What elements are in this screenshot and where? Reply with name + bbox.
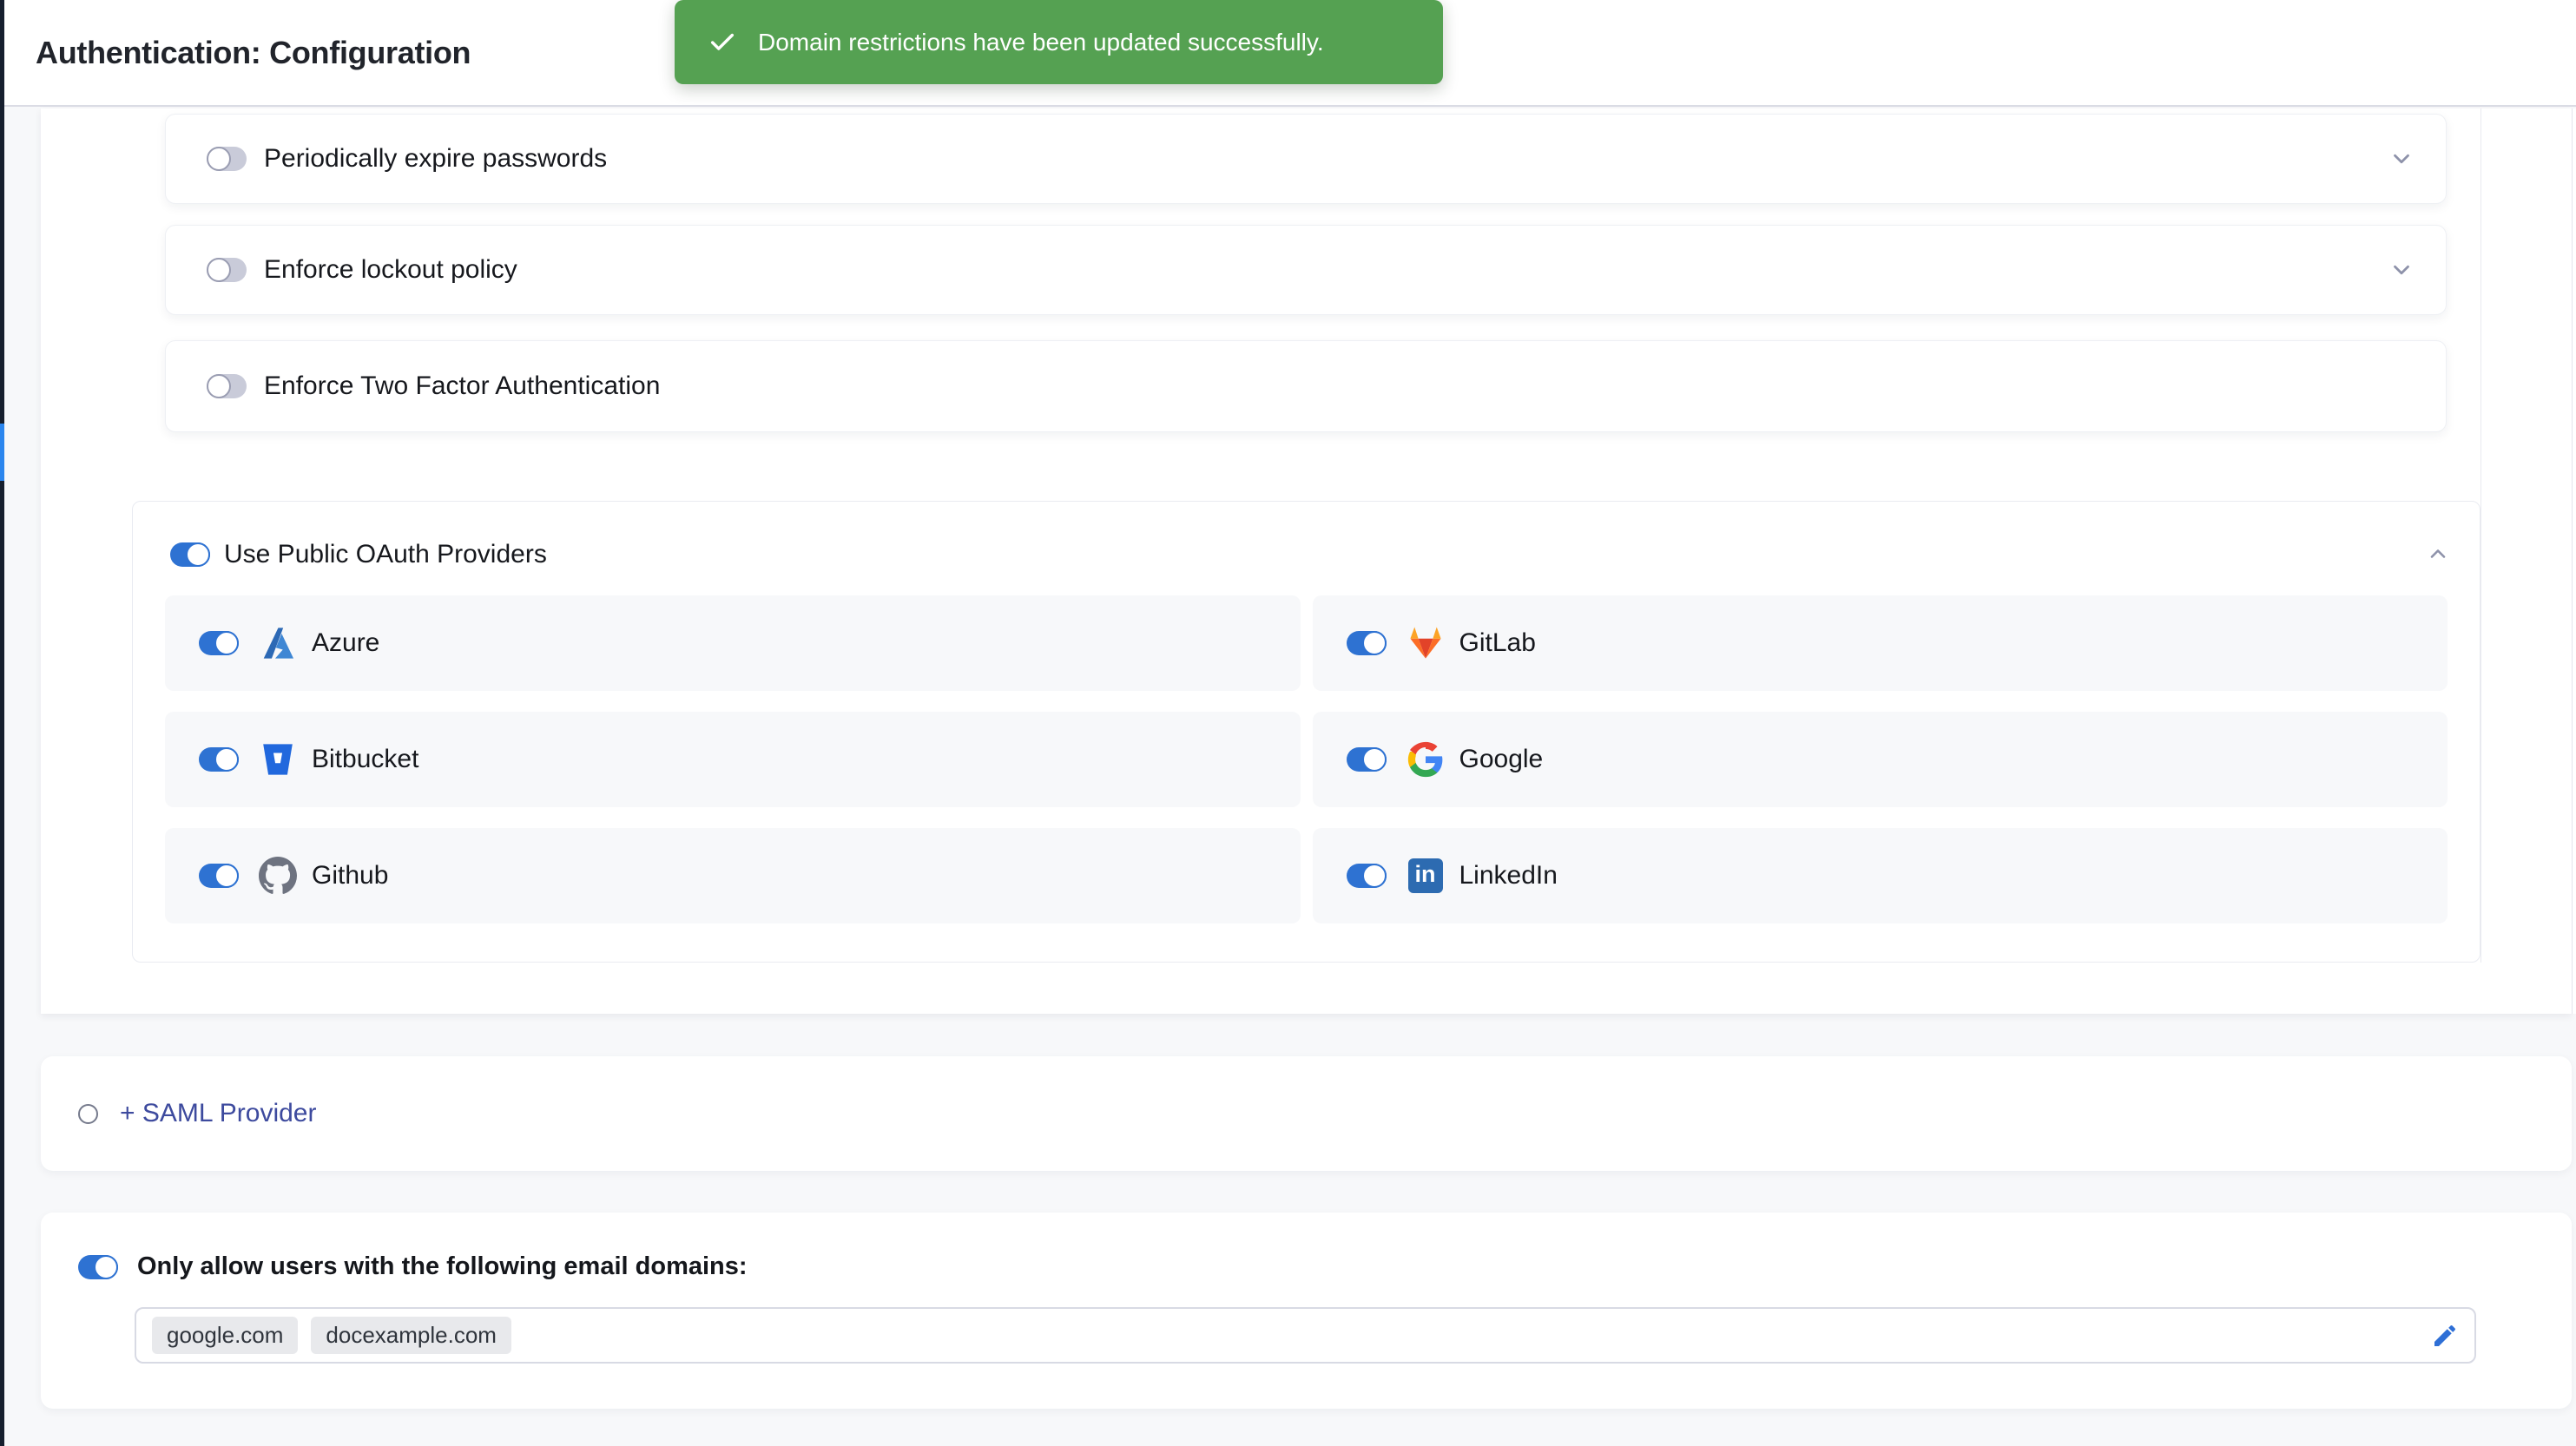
- email-domains-card: Only allow users with the following emai…: [41, 1213, 2572, 1409]
- saml-provider-card: + SAML Provider: [41, 1056, 2572, 1171]
- provider-label: GitLab: [1459, 628, 1536, 658]
- sidebar-active-indicator: [0, 424, 4, 481]
- provider-label: Github: [312, 861, 388, 891]
- domain-chip[interactable]: docexample.com: [311, 1317, 511, 1354]
- google-toggle[interactable]: [1347, 747, 1387, 772]
- toggle-knob: [1362, 631, 1387, 655]
- email-domains-input[interactable]: google.com docexample.com: [135, 1307, 2476, 1364]
- email-domains-header: Only allow users with the following emai…: [78, 1252, 748, 1281]
- toggle-knob: [214, 864, 239, 888]
- linkedin-glyph: in: [1408, 858, 1443, 893]
- domain-chip[interactable]: google.com: [152, 1317, 298, 1354]
- lockout-policy-toggle[interactable]: [207, 258, 247, 282]
- gitlab-toggle[interactable]: [1347, 631, 1387, 655]
- policy-label: Enforce Two Factor Authentication: [264, 371, 660, 401]
- toggle-knob: [1362, 864, 1387, 888]
- chevron-down-icon[interactable]: [2388, 257, 2415, 283]
- toggle-knob: [207, 258, 231, 282]
- provider-label: LinkedIn: [1459, 861, 1558, 891]
- toggle-knob: [214, 747, 239, 772]
- gitlab-icon: [1406, 623, 1446, 663]
- github-toggle[interactable]: [199, 864, 239, 888]
- edit-pencil-icon[interactable]: [2431, 1322, 2459, 1350]
- policy-label: Enforce lockout policy: [264, 255, 517, 285]
- oauth-section-label: Use Public OAuth Providers: [224, 540, 547, 569]
- toggle-knob: [1362, 747, 1387, 772]
- linkedin-toggle[interactable]: [1347, 864, 1387, 888]
- oauth-providers-toggle[interactable]: [170, 542, 210, 567]
- provider-row-github: Github: [165, 828, 1301, 923]
- toggle-knob: [94, 1255, 118, 1279]
- azure-toggle[interactable]: [199, 631, 239, 655]
- page-title: Authentication: Configuration: [36, 35, 471, 71]
- toggle-knob: [186, 542, 210, 567]
- provider-row-google: Google: [1313, 712, 2448, 807]
- panel-divider: [2480, 108, 2481, 963]
- chevron-down-icon[interactable]: [2388, 146, 2415, 172]
- add-saml-provider-link[interactable]: + SAML Provider: [120, 1099, 316, 1128]
- provider-label: Azure: [312, 628, 379, 658]
- toggle-knob: [207, 147, 231, 171]
- oauth-section-header: Use Public OAuth Providers: [170, 540, 547, 569]
- policy-label: Periodically expire passwords: [264, 144, 607, 174]
- azure-icon: [258, 623, 298, 663]
- scrollbar-gutter[interactable]: [2572, 108, 2576, 1014]
- provider-label: Google: [1459, 745, 1544, 774]
- email-domains-toggle[interactable]: [78, 1255, 118, 1279]
- success-toast[interactable]: Domain restrictions have been updated su…: [675, 0, 1443, 84]
- sidebar-edge: [0, 0, 4, 1446]
- authentication-configuration-page: Authentication: Configuration Domain res…: [0, 0, 2576, 1446]
- two-factor-toggle[interactable]: [207, 374, 247, 398]
- google-icon: [1406, 739, 1446, 779]
- toggle-knob: [214, 631, 239, 655]
- provider-row-gitlab: GitLab: [1313, 595, 2448, 691]
- provider-label: Bitbucket: [312, 745, 418, 774]
- provider-row-linkedin: in LinkedIn: [1313, 828, 2448, 923]
- policy-card-lockout: Enforce lockout policy: [165, 225, 2447, 315]
- bitbucket-toggle[interactable]: [199, 747, 239, 772]
- provider-grid: Azure GitLab: [165, 595, 2448, 923]
- toast-message: Domain restrictions have been updated su…: [758, 29, 1324, 56]
- provider-row-azure: Azure: [165, 595, 1301, 691]
- chevron-up-icon[interactable]: [2426, 542, 2450, 566]
- email-domains-label: Only allow users with the following emai…: [137, 1252, 748, 1281]
- provider-row-bitbucket: Bitbucket: [165, 712, 1301, 807]
- linkedin-icon: in: [1406, 856, 1446, 896]
- expire-passwords-toggle[interactable]: [207, 147, 247, 171]
- saml-radio[interactable]: [78, 1104, 98, 1124]
- policy-card-expire-passwords: Periodically expire passwords: [165, 114, 2447, 204]
- toggle-knob: [207, 374, 231, 398]
- oauth-providers-section: Use Public OAuth Providers Azure: [132, 501, 2480, 963]
- github-icon: [258, 856, 298, 896]
- bitbucket-icon: [258, 739, 298, 779]
- check-icon: [708, 28, 737, 57]
- policy-card-two-factor: Enforce Two Factor Authentication: [165, 340, 2447, 432]
